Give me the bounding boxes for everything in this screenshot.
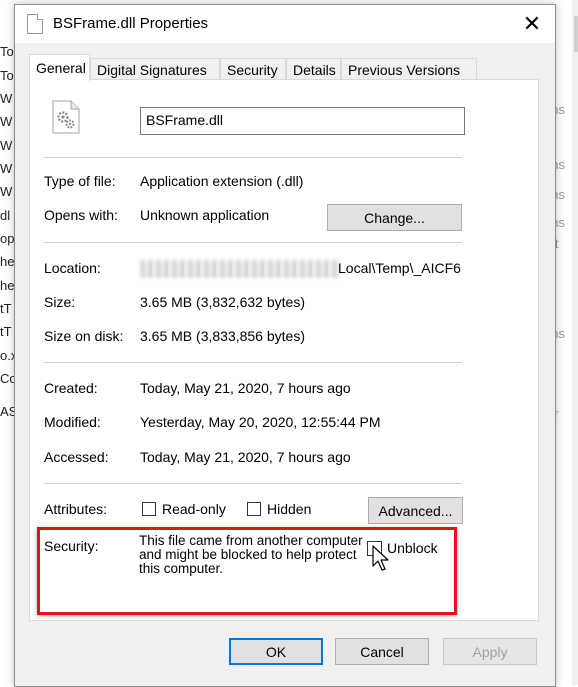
properties-dialog: BSFrame.dll Properties ✕ General Digital… — [14, 4, 556, 687]
security-highlight-box — [37, 527, 457, 615]
bg-fragment: op — [0, 231, 14, 246]
location-value: Local\Temp\_AICF6 — [338, 260, 461, 276]
location-label: Location: — [44, 260, 101, 276]
hidden-checkbox[interactable] — [247, 502, 261, 516]
size-value: 3.65 MB (3,832,632 bytes) — [140, 294, 305, 310]
bg-fragment: he — [0, 254, 14, 269]
background-file-list: To To W W W W W dl op he he tT tT o.x Co… — [0, 0, 14, 685]
bg-fragment: W — [0, 91, 13, 106]
created-value: Today, May 21, 2020, 7 hours ago — [140, 380, 351, 396]
bg-fragment: Co — [0, 371, 14, 386]
background-scrollbar-track — [572, 0, 578, 685]
tab-general[interactable]: General — [29, 54, 90, 81]
bg-fragment: To — [0, 44, 14, 59]
readonly-label[interactable]: Read-only — [162, 501, 226, 517]
apply-button[interactable]: Apply — [443, 638, 537, 665]
opens-with-value: Unknown application — [140, 207, 270, 223]
bg-fragment: W — [0, 138, 13, 153]
tab-security[interactable]: Security — [220, 58, 286, 80]
type-label: Type of file: — [44, 173, 116, 189]
change-button[interactable]: Change... — [327, 204, 462, 231]
file-icon — [27, 14, 43, 34]
advanced-button[interactable]: Advanced... — [368, 497, 463, 524]
opens-with-label: Opens with: — [44, 207, 118, 223]
type-value: Application extension (.dll) — [140, 173, 304, 189]
accessed-value: Today, May 21, 2020, 7 hours ago — [140, 449, 351, 465]
readonly-checkbox[interactable] — [142, 502, 156, 516]
size-on-disk-value: 3.65 MB (3,833,856 bytes) — [140, 328, 305, 344]
created-label: Created: — [44, 380, 98, 396]
redacted-path — [140, 260, 340, 278]
tab-digital-signatures[interactable]: Digital Signatures — [90, 58, 220, 80]
bg-fragment: W — [0, 184, 13, 199]
bg-fragment: AS — [0, 404, 14, 419]
ok-button[interactable]: OK — [229, 638, 323, 665]
bg-fragment: W — [0, 114, 13, 129]
window-title: BSFrame.dll Properties — [53, 15, 209, 32]
divider — [44, 483, 462, 484]
bg-fragment: To — [0, 68, 14, 83]
close-button[interactable]: ✕ — [512, 8, 552, 40]
accessed-label: Accessed: — [44, 449, 109, 465]
bg-fragment: tT — [0, 324, 12, 339]
size-label: Size: — [44, 294, 76, 310]
tab-details[interactable]: Details — [286, 58, 341, 80]
bg-fragment: dl — [0, 208, 11, 223]
title-bar[interactable]: BSFrame.dll Properties ✕ — [15, 5, 555, 43]
close-icon: ✕ — [522, 11, 542, 36]
background-scrollbar-thumb — [574, 16, 578, 52]
tab-previous-versions[interactable]: Previous Versions — [341, 58, 477, 80]
bg-fragment: W — [0, 161, 13, 176]
modified-label: Modified: — [44, 414, 101, 430]
bg-fragment: o.x — [0, 348, 14, 363]
divider — [44, 157, 462, 158]
file-name-field[interactable]: BSFrame.dll — [140, 107, 465, 135]
modified-value: Yesterday, May 20, 2020, 12:55:44 PM — [140, 414, 381, 430]
dll-file-icon — [52, 100, 80, 134]
hidden-label[interactable]: Hidden — [267, 501, 311, 517]
cancel-button[interactable]: Cancel — [335, 638, 429, 665]
divider — [44, 242, 462, 243]
bg-fragment: tT — [0, 301, 12, 316]
bg-fragment: he — [0, 278, 14, 293]
divider — [44, 362, 462, 363]
attributes-label: Attributes: — [44, 501, 108, 517]
size-on-disk-label: Size on disk: — [44, 328, 124, 344]
